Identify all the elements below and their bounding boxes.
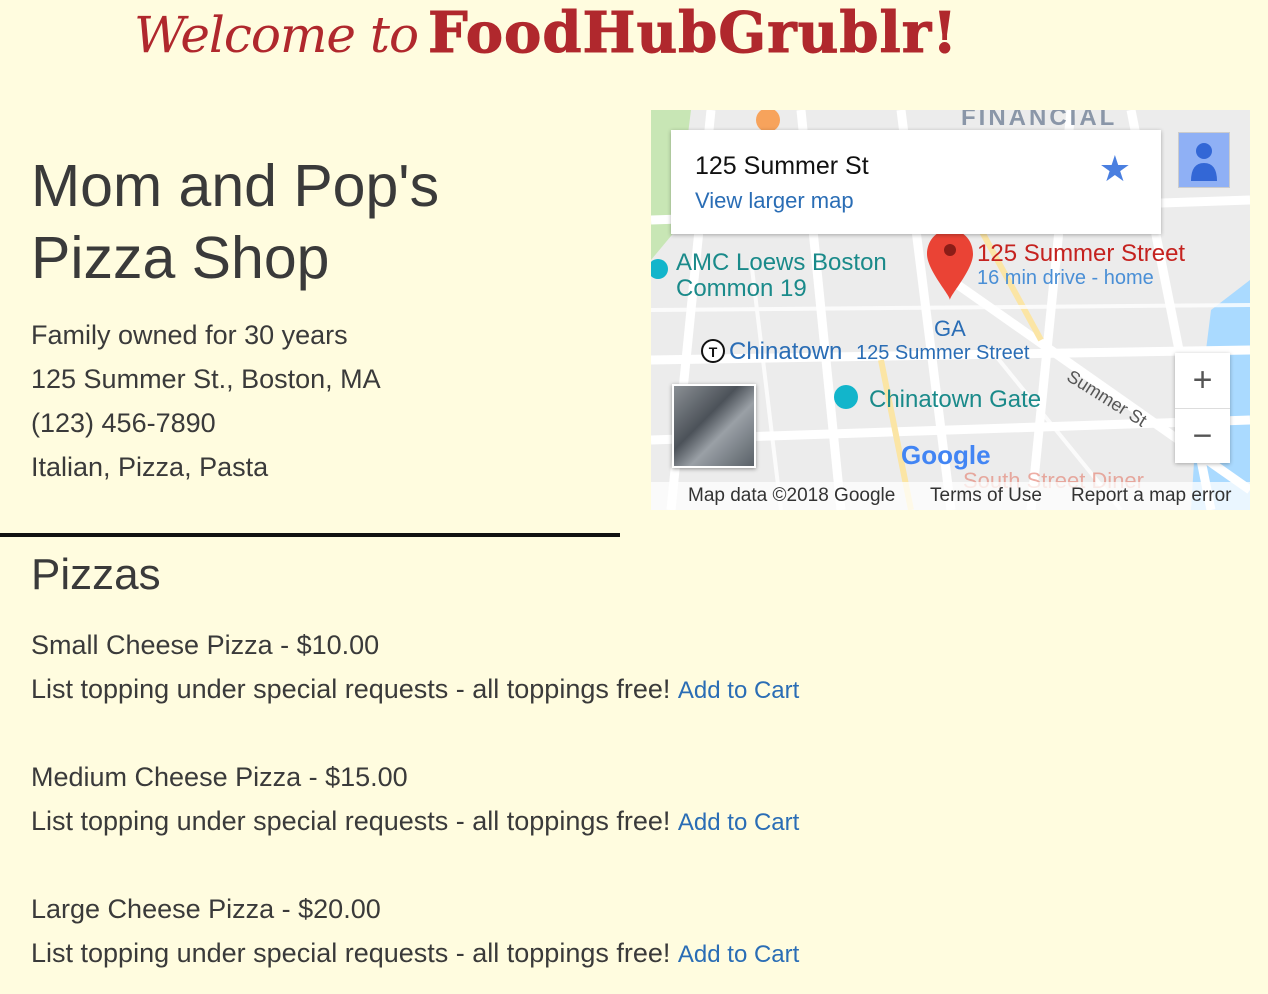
view-larger-map-link[interactable]: View larger map [695, 188, 854, 214]
map-pin-title: 125 Summer Street [977, 240, 1186, 267]
menu-item-name: Medium Cheese Pizza - $15.00 [31, 762, 408, 792]
map-pin-subtitle: 16 min drive - home [977, 267, 1154, 289]
map-label-amc: AMC Loews Boston Common 19 [676, 250, 887, 302]
menu-item-name: Large Cheese Pizza - $20.00 [31, 894, 381, 924]
restaurant-tagline: Family owned for 30 years [31, 320, 348, 350]
add-to-cart-link[interactable]: Add to Cart [678, 941, 799, 968]
map-label-summer-street: 125 Summer Street [856, 342, 1030, 364]
zoom-out-button[interactable]: − [1175, 409, 1230, 464]
add-to-cart-link[interactable]: Add to Cart [678, 677, 799, 704]
welcome-text: Welcome to [134, 6, 419, 64]
google-logo: Google [901, 440, 991, 470]
map-label-ga: GA [934, 316, 966, 341]
map-label-amc-line2: Common 19 [676, 275, 807, 302]
restaurant-name: Mom and Pop's Pizza Shop [31, 150, 591, 294]
welcome-banner: Welcome to FoodHubGrublr! [0, 0, 1268, 80]
menu-item-description: List topping under special requests - al… [31, 938, 671, 968]
section-divider [0, 533, 620, 537]
zoom-in-button[interactable]: + [1175, 353, 1230, 409]
menu-item-row: List topping under special requests - al… [31, 674, 799, 705]
svg-text:T: T [709, 344, 718, 360]
restaurant-phone: (123) 456-7890 [31, 408, 216, 438]
menu-item-description: List topping under special requests - al… [31, 674, 671, 704]
map-zoom-control: + − [1175, 353, 1230, 463]
menu-item-description: List topping under special requests - al… [31, 806, 671, 836]
map-label-chinatown-gate: Chinatown Gate [869, 386, 1042, 413]
map-label-chinatown: Chinatown [729, 338, 843, 365]
save-star-icon[interactable]: ★ [1099, 148, 1131, 190]
menu-item-name: Small Cheese Pizza - $10.00 [31, 630, 380, 660]
brand-logo-text: FoodHubGrublr! [428, 0, 958, 67]
menu-item-row: List topping under special requests - al… [31, 938, 799, 969]
restaurant-name-line2: Pizza Shop [31, 225, 330, 291]
restaurant-cuisine: Italian, Pizza, Pasta [31, 452, 269, 482]
map-label-financial: FINANCIAL [961, 110, 1118, 131]
map-card-address: 125 Summer St [695, 152, 869, 180]
map-label-amc-line1: AMC Loews Boston [676, 249, 887, 276]
map-footer: Map data ©2018 Google Terms of Use Repor… [651, 482, 1250, 510]
restaurant-address: 125 Summer St., Boston, MA [31, 364, 381, 394]
menu-section-title: Pizzas [31, 550, 161, 599]
menu-item-row: List topping under special requests - al… [31, 806, 799, 837]
add-to-cart-link[interactable]: Add to Cart [678, 809, 799, 836]
map-report-error-link[interactable]: Report a map error [1071, 485, 1232, 507]
satellite-view-toggle[interactable] [672, 384, 756, 468]
google-map-embed[interactable]: T FINANCIAL 125 Summer St View larger ma… [651, 110, 1250, 510]
street-view-pegman-icon[interactable] [1178, 132, 1230, 188]
map-data-attribution: Map data ©2018 Google [688, 485, 896, 506]
restaurant-name-line1: Mom and Pop's [31, 153, 440, 219]
map-terms-link[interactable]: Terms of Use [930, 485, 1042, 507]
map-info-card: 125 Summer St View larger map ★ [671, 130, 1161, 234]
